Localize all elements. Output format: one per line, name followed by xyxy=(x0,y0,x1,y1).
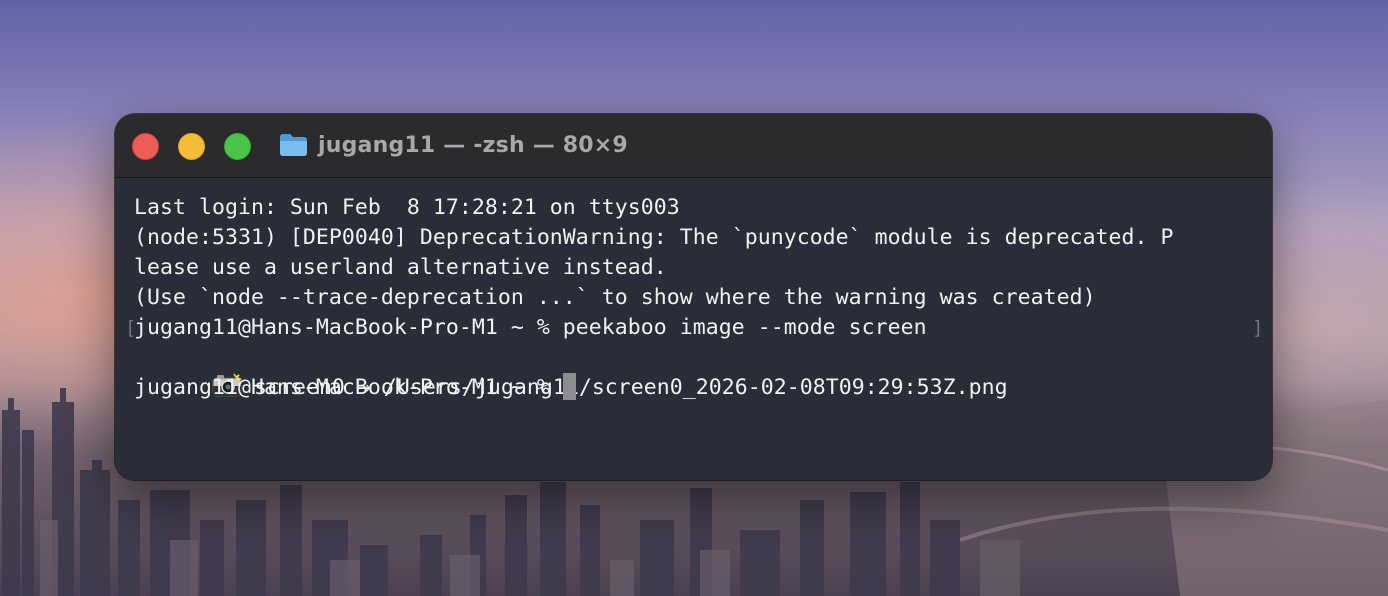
window-title: jugang11 — -zsh — 80×9 xyxy=(318,133,628,158)
terminal-line-5: jugang11@Hans-MacBook-Pro-M1 ~ % peekabo… xyxy=(134,315,927,340)
title-bar[interactable]: jugang11 — -zsh — 80×9 xyxy=(115,114,1272,178)
terminal-line-2: (node:5331) [DEP0040] DeprecationWarning… xyxy=(134,225,1174,250)
terminal-line-4: (Use `node --trace-deprecation ...` to s… xyxy=(134,285,1096,310)
terminal-window[interactable]: jugang11 — -zsh — 80×9 Last login: Sun F… xyxy=(115,114,1272,480)
terminal-line-1: Last login: Sun Feb 8 17:28:21 on ttys00… xyxy=(134,195,680,220)
folder-icon xyxy=(280,134,307,156)
terminal-line-6: screen0 → /Users/jugang11/screen0_2026-0… xyxy=(134,343,1008,400)
minimize-button[interactable] xyxy=(178,133,205,160)
line-mark-right: ] xyxy=(1252,317,1264,339)
zoom-button[interactable] xyxy=(224,133,251,160)
close-button[interactable] xyxy=(132,133,159,160)
terminal-line-3: lease use a userland alternative instead… xyxy=(134,255,667,280)
terminal-prompt: jugang11@Hans-MacBook-Pro-M1 ~ % xyxy=(134,375,563,400)
terminal-line-7: jugang11@Hans-MacBook-Pro-M1 ~ % xyxy=(134,373,576,403)
terminal-content[interactable]: Last login: Sun Feb 8 17:28:21 on ttys00… xyxy=(115,178,1272,480)
terminal-cursor xyxy=(562,373,576,400)
